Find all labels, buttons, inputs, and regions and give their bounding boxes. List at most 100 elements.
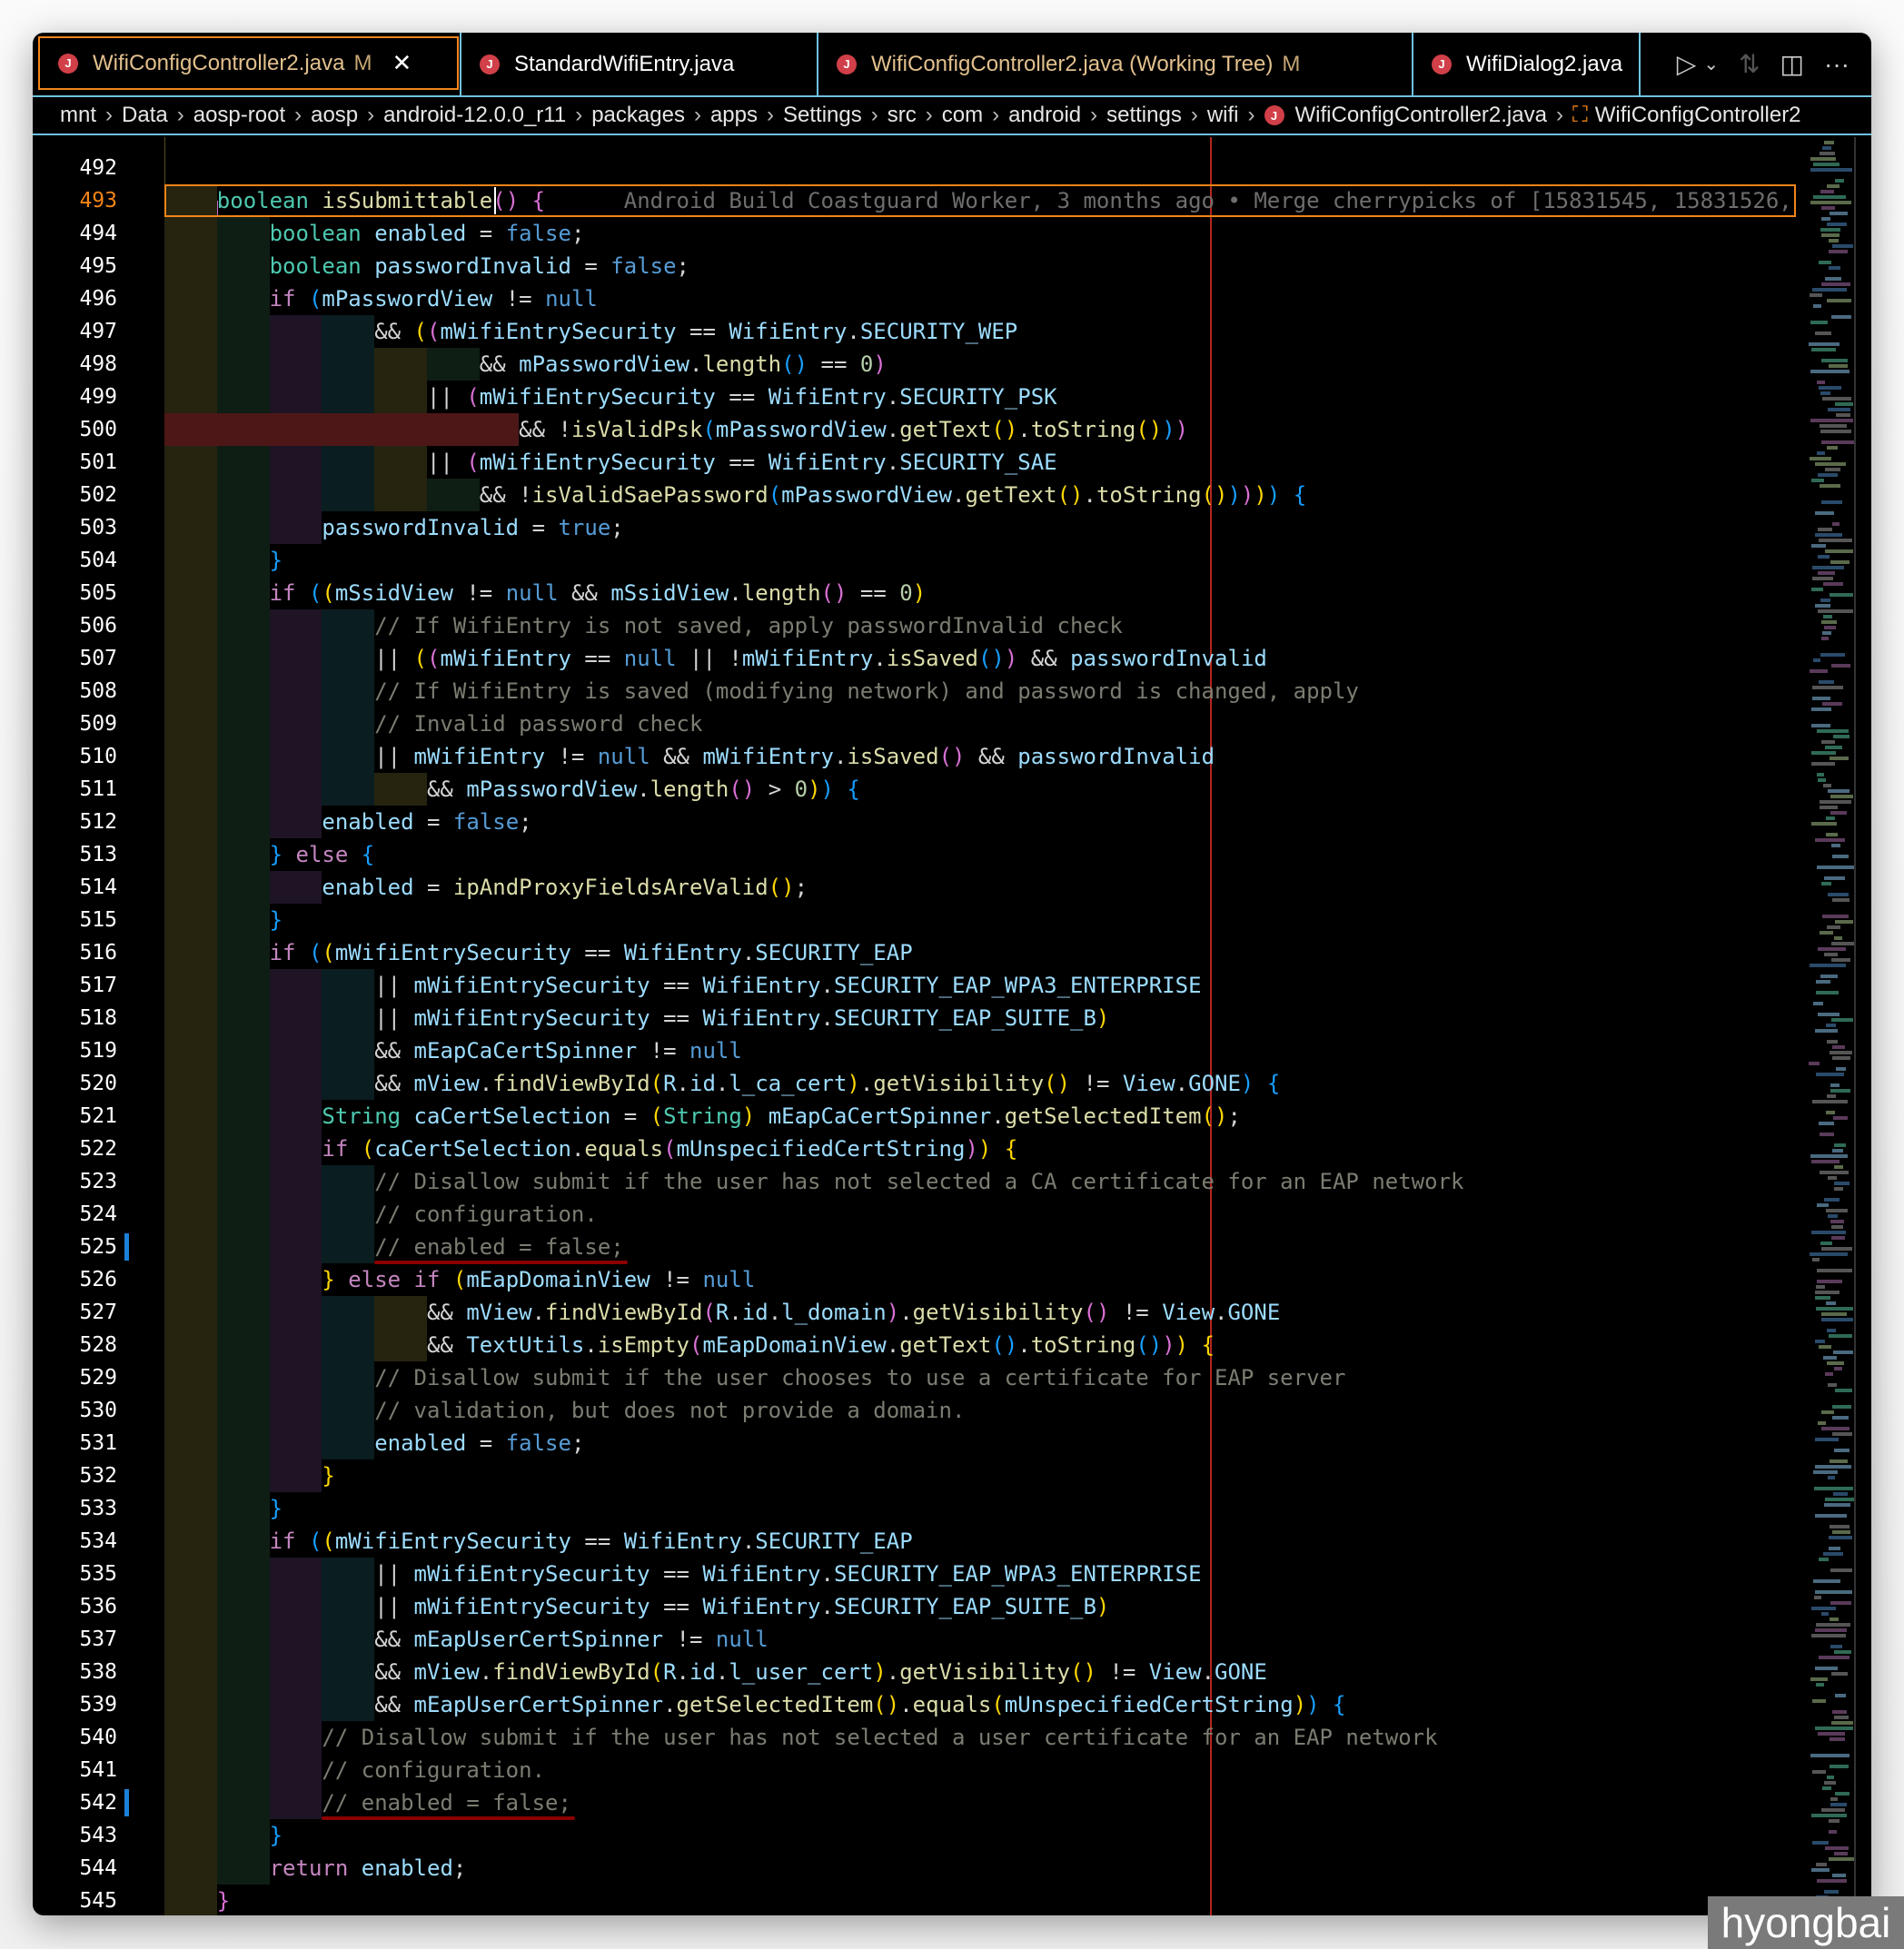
- code-line[interactable]: 525 // enabled = false;: [33, 1231, 1809, 1264]
- code-line[interactable]: 510 || mWifiEntry != null && mWifiEntry.…: [33, 740, 1809, 773]
- code-line[interactable]: 522 if (caCertSelection.equals(mUnspecif…: [33, 1133, 1809, 1165]
- scrollbar[interactable]: [1854, 137, 1856, 1915]
- code-line[interactable]: 537 && mEapUserCertSpinner != null: [33, 1623, 1809, 1656]
- git-modified-indicator[interactable]: [124, 1789, 129, 1816]
- code-line[interactable]: 516 if ((mWifiEntrySecurity == WifiEntry…: [33, 936, 1809, 969]
- code-line[interactable]: 507 || ((mWifiEntry == null || !mWifiEnt…: [33, 642, 1809, 675]
- code-line[interactable]: 508 // If WifiEntry is saved (modifying …: [33, 675, 1809, 707]
- compare-changes-icon[interactable]: ⇅: [1739, 49, 1760, 79]
- code-line[interactable]: 506 // If WifiEntry is not saved, apply …: [33, 609, 1809, 642]
- code-line[interactable]: 504 }: [33, 544, 1809, 577]
- code-line[interactable]: 532 }: [33, 1459, 1809, 1492]
- more-actions-icon[interactable]: ···: [1824, 50, 1849, 79]
- code-line[interactable]: 534 if ((mWifiEntrySecurity == WifiEntry…: [33, 1525, 1809, 1558]
- breadcrumb-item[interactable]: settings: [1106, 103, 1182, 128]
- code-line[interactable]: 521 String caCertSelection = (String) mE…: [33, 1100, 1809, 1133]
- code-line[interactable]: 527 && mView.findViewById(R.id.l_domain)…: [33, 1296, 1809, 1329]
- close-tab-icon[interactable]: ✕: [392, 49, 412, 77]
- breadcrumb-item[interactable]: src: [888, 103, 917, 128]
- code-line[interactable]: 497 && ((mWifiEntrySecurity == WifiEntry…: [33, 315, 1809, 348]
- minimap-line: [1820, 599, 1830, 602]
- minimap-line: [1834, 1389, 1853, 1392]
- code-line[interactable]: 517 || mWifiEntrySecurity == WifiEntry.S…: [33, 969, 1809, 1002]
- code-line[interactable]: 543 }: [33, 1819, 1809, 1852]
- code-line[interactable]: 524 // configuration.: [33, 1198, 1809, 1231]
- code-line[interactable]: 539 && mEapUserCertSpinner.getSelectedIt…: [33, 1688, 1809, 1721]
- code-line[interactable]: 513 } else {: [33, 838, 1809, 871]
- minimap-line: [1811, 1160, 1840, 1163]
- code-line[interactable]: 526 } else if (mEapDomainView != null: [33, 1263, 1809, 1296]
- code-line[interactable]: 519 && mEapCaCertSpinner != null: [33, 1034, 1809, 1067]
- breadcrumb-item[interactable]: apps: [710, 103, 758, 128]
- code-line[interactable]: 498 && mPasswordView.length() == 0): [33, 348, 1809, 381]
- code-line[interactable]: 544 return enabled;: [33, 1852, 1809, 1885]
- code-line[interactable]: 501 || (mWifiEntrySecurity == WifiEntry.…: [33, 446, 1809, 479]
- code-line[interactable]: 529 // Disallow submit if the user choos…: [33, 1361, 1809, 1394]
- breadcrumb-item[interactable]: mnt: [60, 103, 96, 128]
- code-line[interactable]: 533 }: [33, 1492, 1809, 1525]
- code-line[interactable]: 542 // enabled = false;: [33, 1786, 1809, 1820]
- breadcrumb-item[interactable]: Settings: [783, 103, 862, 128]
- tab-wificonfigcontroller2-working-tree[interactable]: J WifiConfigController2.java (Working Tr…: [818, 33, 1413, 95]
- code-line[interactable]: 500 && !isValidPsk(mPasswordView.getText…: [33, 413, 1809, 446]
- line-number: 510: [79, 745, 117, 768]
- code-line[interactable]: 494 boolean enabled = false;: [33, 217, 1809, 250]
- code-line[interactable]: 531 enabled = false;: [33, 1427, 1809, 1459]
- split-editor-icon[interactable]: ◫: [1780, 49, 1804, 79]
- code-line[interactable]: 495 boolean passwordInvalid = false;: [33, 250, 1809, 282]
- minimap-line: [1812, 1579, 1840, 1583]
- code-line[interactable]: 511 && mPasswordView.length() > 0)) {: [33, 773, 1809, 806]
- code-line[interactable]: 492: [33, 152, 1809, 184]
- code-line[interactable]: 502 && !isValidSaePassword(mPasswordView…: [33, 479, 1809, 511]
- code-line[interactable]: 518 || mWifiEntrySecurity == WifiEntry.S…: [33, 1002, 1809, 1034]
- code-line[interactable]: 503 passwordInvalid = true;: [33, 511, 1809, 544]
- code-line[interactable]: 496 if (mPasswordView != null: [33, 282, 1809, 315]
- minimap-line: [1824, 1503, 1851, 1507]
- code-line[interactable]: 535 || mWifiEntrySecurity == WifiEntry.S…: [33, 1558, 1809, 1590]
- minimap-line: [1820, 806, 1838, 809]
- code-line[interactable]: 536 || mWifiEntrySecurity == WifiEntry.S…: [33, 1590, 1809, 1623]
- minimap-line: [1832, 1530, 1851, 1534]
- minimap[interactable]: [1809, 137, 1854, 1915]
- breadcrumb-item[interactable]: aosp-root: [193, 103, 285, 128]
- code-line[interactable]: 514 enabled = ipAndProxyFieldsAreValid()…: [33, 871, 1809, 904]
- code-line[interactable]: 530 // validation, but does not provide …: [33, 1394, 1809, 1427]
- code-line[interactable]: 523 // Disallow submit if the user has n…: [33, 1165, 1809, 1198]
- minimap-line: [1825, 816, 1836, 820]
- breadcrumb-item[interactable]: wifi: [1207, 103, 1239, 128]
- code-line[interactable]: 520 && mView.findViewById(R.id.l_ca_cert…: [33, 1067, 1809, 1100]
- minimap-line: [1817, 1879, 1848, 1883]
- code-line[interactable]: 545 }: [33, 1885, 1809, 1915]
- chevron-down-icon[interactable]: ⌄: [1703, 53, 1719, 75]
- code-line[interactable]: 509 // Invalid password check: [33, 707, 1809, 740]
- breadcrumb-item[interactable]: Data: [122, 103, 168, 128]
- code-line[interactable]: 512 enabled = false;: [33, 806, 1809, 838]
- minimap-line: [1810, 479, 1824, 482]
- breadcrumb-item[interactable]: WifiConfigController2: [1595, 103, 1801, 128]
- breadcrumb-item[interactable]: packages: [591, 103, 685, 128]
- breadcrumb-item[interactable]: WifiConfigController2.java: [1295, 103, 1547, 128]
- run-icon[interactable]: ▷: [1677, 49, 1697, 79]
- breadcrumb-item[interactable]: com: [942, 103, 983, 128]
- minimap-line: [1811, 1634, 1847, 1637]
- breadcrumb-item[interactable]: android: [1008, 103, 1081, 128]
- minimap-line: [1810, 1154, 1849, 1158]
- code-line[interactable]: 499 || (mWifiEntrySecurity == WifiEntry.…: [33, 381, 1809, 413]
- tab-wifidialog2[interactable]: J WifiDialog2.java: [1413, 33, 1641, 95]
- breadcrumb-item[interactable]: aosp: [311, 103, 358, 128]
- code-line[interactable]: 493 boolean isSubmittable() {Android Bui…: [33, 184, 1809, 217]
- code-editor[interactable]: 492 493 boolean isSubmittable() {Android …: [33, 137, 1871, 1915]
- breadcrumb-separator-icon: ›: [1090, 103, 1098, 127]
- tab-wificonfigcontroller2[interactable]: J WifiConfigController2.java M ✕: [38, 36, 459, 90]
- code-line[interactable]: 528 && TextUtils.isEmpty(mEapDomainView.…: [33, 1329, 1809, 1361]
- code-line[interactable]: 541 // configuration.: [33, 1754, 1809, 1786]
- code-line[interactable]: 538 && mView.findViewById(R.id.l_user_ce…: [33, 1656, 1809, 1688]
- minimap-line: [1826, 299, 1852, 302]
- minimap-line: [1821, 1318, 1854, 1321]
- git-modified-indicator[interactable]: [124, 1233, 129, 1261]
- breadcrumb-item[interactable]: android-12.0.0_r11: [383, 103, 566, 128]
- code-line[interactable]: 540 // Disallow submit if the user has n…: [33, 1721, 1809, 1754]
- code-line[interactable]: 505 if ((mSsidView != null && mSsidView.…: [33, 577, 1809, 609]
- tab-standardwifientry[interactable]: J StandardWifiEntry.java: [460, 33, 818, 95]
- code-line[interactable]: 515 }: [33, 904, 1809, 936]
